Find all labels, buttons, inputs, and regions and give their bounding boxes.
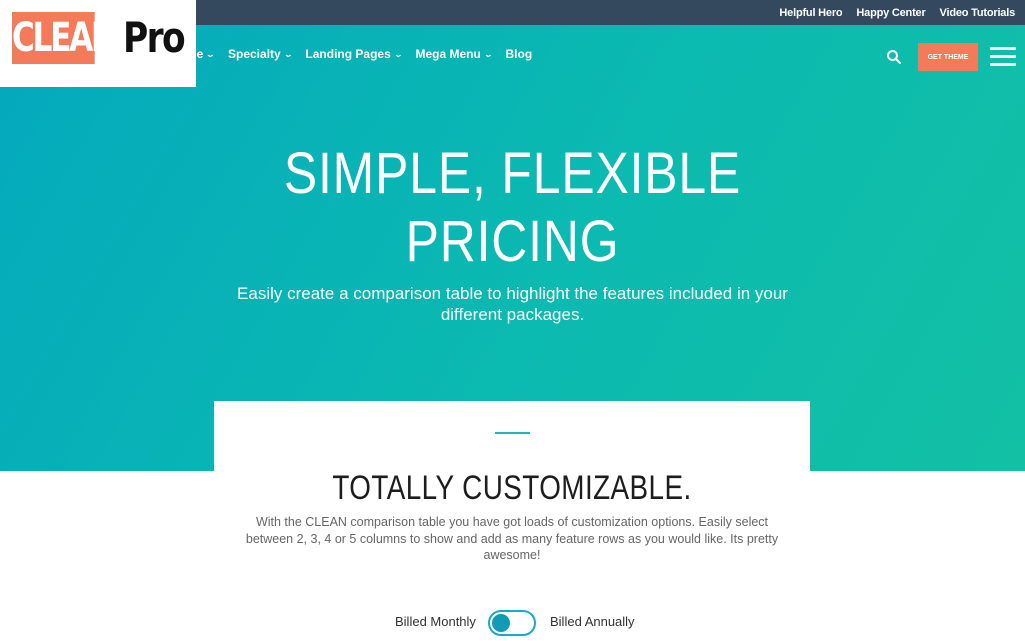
billing-switcher: Billed Monthly Billed Annually (0, 608, 1025, 638)
helpful-hero-link[interactable]: Helpful Hero (779, 7, 842, 19)
section-body: With the CLEAN comparison table you have… (245, 515, 779, 562)
billed-annually-label[interactable]: Billed Annually (550, 614, 635, 629)
hero-title-line1: SIMPLE, FLEXIBLE (283, 141, 742, 206)
nav-item-label: Blog (505, 47, 533, 61)
billing-toggle[interactable] (488, 610, 536, 636)
billed-monthly-label[interactable]: Billed Monthly (395, 614, 476, 629)
chevron-down-icon: ⌄ (393, 49, 403, 59)
chevron-down-icon: ⌄ (483, 49, 493, 59)
happy-center-link[interactable]: Happy Center (856, 7, 925, 19)
nav-item-landing-pages[interactable]: Landing Pages ⌄ (305, 47, 403, 61)
nav-item-blog[interactable]: Blog (506, 47, 533, 61)
nav-item-label: Mega Menu (415, 47, 481, 61)
hamburger-icon[interactable] (990, 44, 1016, 70)
chevron-down-icon: ⌄ (283, 49, 293, 59)
nav-item-partial-label: e (196, 47, 204, 61)
section-title: TOTALLY CUSTOMIZABLE. (332, 469, 692, 507)
hero-title: SIMPLE, FLEXIBLE PRICING (72, 140, 954, 276)
hero-subtitle: Easily create a comparison table to high… (237, 284, 788, 324)
hero-title-line2: PRICING (405, 209, 620, 274)
logo-badge[interactable]: CLEAN Pro (0, 0, 196, 87)
logo-pro-text: Pro (123, 13, 186, 62)
chevron-down-icon: ⌄ (206, 50, 214, 59)
main-nav: e ⌄ Specialty ⌄ Landing Pages ⌄ Mega Men… (196, 47, 533, 61)
content-card: TOTALLY CUSTOMIZABLE. With the CLEAN com… (214, 401, 810, 641)
logo-clean-text: CLEAN (12, 12, 117, 64)
section-divider (495, 432, 530, 434)
toggle-knob (492, 614, 510, 632)
nav-item-mega-menu[interactable]: Mega Menu ⌄ (415, 47, 493, 61)
get-theme-button[interactable]: GET THEME (918, 43, 978, 71)
video-tutorials-link[interactable]: Video Tutorials (940, 7, 1016, 19)
nav-item-label: Landing Pages (305, 47, 391, 61)
search-icon[interactable] (886, 49, 902, 65)
nav-item-label: Specialty (228, 47, 281, 61)
nav-item-partial[interactable]: e ⌄ (196, 47, 214, 61)
nav-item-specialty[interactable]: Specialty ⌄ (228, 47, 293, 61)
